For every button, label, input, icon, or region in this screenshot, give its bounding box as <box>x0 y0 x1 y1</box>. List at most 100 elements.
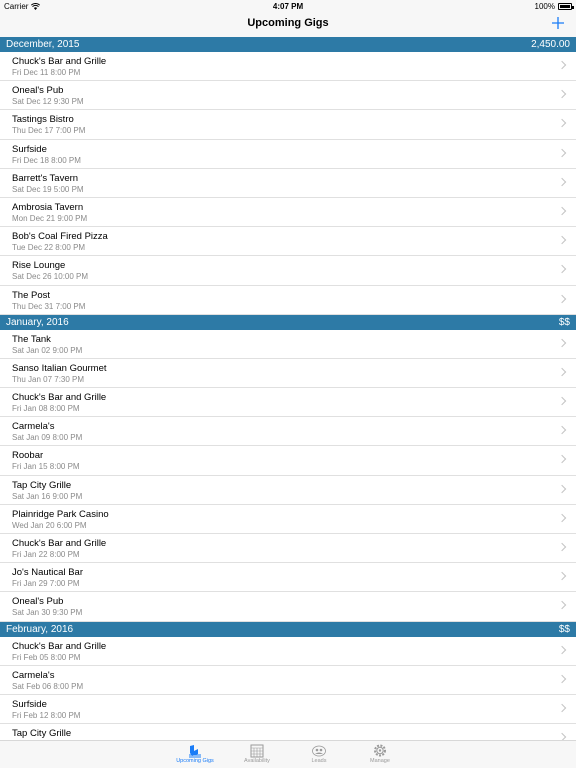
chevron-right-icon <box>557 367 567 377</box>
gig-row[interactable]: Bob's Coal Fired Pizza Tue Dec 22 8:00 PM <box>0 227 576 257</box>
gig-venue: Jo's Nautical Bar <box>12 567 83 579</box>
gig-date: Thu Dec 31 7:00 PM <box>12 301 86 311</box>
chevron-right-icon <box>557 60 567 70</box>
chevron-right-icon <box>557 513 567 523</box>
gig-venue: Tastings Bistro <box>12 114 74 126</box>
gig-date: Fri Feb 12 8:00 PM <box>12 710 81 720</box>
gig-date: Wed Jan 20 6:00 PM <box>12 520 87 530</box>
chevron-right-icon <box>557 645 567 654</box>
gig-venue: Carmela's <box>12 421 55 433</box>
add-gig-button[interactable] <box>548 13 568 33</box>
gig-venue: Rise Lounge <box>12 260 66 272</box>
gig-venue: Tap City Grille <box>12 728 72 740</box>
battery-icon <box>558 3 574 10</box>
section-month-label: February, 2016 <box>6 623 74 635</box>
gig-date: Fri Jan 29 7:00 PM <box>12 579 80 589</box>
gig-row[interactable]: Tastings Bistro Thu Dec 17 7:00 PM <box>0 110 576 140</box>
gig-row[interactable]: Chuck's Bar and Grille Fri Jan 08 8:00 PM <box>0 388 576 418</box>
section-header: February, 2016 $$ <box>0 621 576 637</box>
gig-row[interactable]: Surfside Fri Feb 12 8:00 PM <box>0 695 576 725</box>
gig-date: Sat Dec 12 9:30 PM <box>12 97 84 107</box>
gig-row[interactable]: Carmela's Sat Feb 06 8:00 PM <box>0 666 576 695</box>
gig-venue: Ambrosia Tavern <box>12 201 84 213</box>
gig-row[interactable]: Chuck's Bar and Grille Fri Dec 11 8:00 PM <box>0 52 576 82</box>
tab-leads[interactable]: Leads <box>289 743 349 764</box>
gig-row[interactable]: Barrett's Tavern Sat Dec 19 5:00 PM <box>0 169 576 198</box>
gig-row[interactable]: Tap City Grille <box>0 724 576 740</box>
section-total: $$ <box>558 316 570 328</box>
gig-row[interactable]: Chuck's Bar and Grille Fri Jan 22 8:00 PM <box>0 534 576 564</box>
gig-row[interactable]: Carmela's Sat Jan 09 8:00 PM <box>0 417 576 447</box>
chevron-right-icon <box>557 542 567 552</box>
gig-row[interactable]: Oneal's Pub Sat Jan 30 9:30 PM <box>0 592 576 622</box>
section-month-label: January, 2016 <box>6 316 69 328</box>
tab-label: Manage <box>370 758 390 764</box>
tab-label: Availability <box>244 758 270 764</box>
section-month-label: December, 2015 <box>6 39 80 50</box>
gig-date: Sat Jan 02 9:00 PM <box>12 345 83 355</box>
gig-venue: Bob's Coal Fired Pizza <box>12 231 108 243</box>
gig-venue: Plainridge Park Casino <box>12 508 109 520</box>
status-time: 4:07 PM <box>272 2 304 11</box>
tab-manage[interactable]: Manage <box>350 743 410 764</box>
tab-availability[interactable]: Availability <box>227 743 287 764</box>
gig-venue: Oneal's Pub <box>12 85 64 97</box>
gig-row[interactable]: The Tank Sat Jan 02 9:00 PM <box>0 330 576 359</box>
gig-row[interactable]: Sanso Italian Gourmet Thu Jan 07 7:30 PM <box>0 359 576 389</box>
gig-date: Fri Jan 08 8:00 PM <box>12 404 80 414</box>
gig-date: Sat Jan 30 9:30 PM <box>12 608 83 618</box>
gig-row[interactable]: Plainridge Park Casino Wed Jan 20 6:00 PM <box>0 505 576 534</box>
gig-date: Sat Jan 16 9:00 PM <box>12 491 83 501</box>
gig-date: Fri Jan 22 8:00 PM <box>12 550 80 559</box>
chevron-right-icon <box>557 148 567 157</box>
crowd-icon <box>312 745 326 757</box>
gig-row[interactable]: Tap City Grille Sat Jan 16 9:00 PM <box>0 476 576 505</box>
gig-date: Sat Jan 09 8:00 PM <box>12 433 83 443</box>
battery-percent: 100% <box>534 2 555 11</box>
chevron-right-icon <box>557 235 567 245</box>
battery-info: 100% <box>534 2 574 11</box>
chevron-right-icon <box>557 426 567 435</box>
gig-venue: Surfside <box>12 143 47 155</box>
gig-row[interactable]: Surfside Fri Dec 18 8:00 PM <box>0 140 576 169</box>
chevron-right-icon <box>557 89 567 99</box>
chevron-right-icon <box>557 177 567 186</box>
chevron-right-icon <box>557 206 567 216</box>
gig-venue: Surfside <box>12 698 47 710</box>
gig-venue: Chuck's Bar and Grille <box>12 640 107 652</box>
gig-venue: Tap City Grille <box>12 479 72 491</box>
chevron-right-icon <box>557 571 567 581</box>
gig-date: Fri Feb 05 8:00 PM <box>12 652 81 662</box>
chevron-right-icon <box>557 455 567 464</box>
gig-venue: Roobar <box>12 450 44 462</box>
gig-date: Sat Feb 06 8:00 PM <box>12 681 84 691</box>
gig-date: Thu Dec 17 7:00 PM <box>12 126 86 136</box>
tab-upcoming-gigs[interactable]: Upcoming Gigs <box>165 743 225 764</box>
section-total: 2,450.00 <box>531 39 570 50</box>
gig-row[interactable]: Chuck's Bar and Grille Fri Feb 05 8:00 PM <box>0 637 576 666</box>
chevron-right-icon <box>557 703 567 713</box>
chevron-right-icon <box>557 338 567 347</box>
page-title: Upcoming Gigs <box>247 17 329 29</box>
gig-row[interactable]: Jo's Nautical Bar Fri Jan 29 7:00 PM <box>0 563 576 593</box>
gig-venue: The Tank <box>12 333 51 345</box>
plus-icon <box>552 17 564 29</box>
gig-row[interactable]: Roobar Fri Jan 15 8:00 PM <box>0 446 576 476</box>
gear-icon <box>374 744 386 757</box>
chevron-right-icon <box>557 601 567 610</box>
tab-label: Upcoming Gigs <box>176 758 214 764</box>
chevron-right-icon <box>557 732 567 740</box>
gig-row[interactable]: Rise Lounge Sat Dec 26 10:00 PM <box>0 256 576 286</box>
gig-date: Mon Dec 21 9:00 PM <box>12 213 88 223</box>
chevron-right-icon <box>557 484 567 493</box>
navigation-bar: Upcoming Gigs <box>0 12 576 37</box>
gig-venue: Chuck's Bar and Grille <box>12 538 107 549</box>
gig-row[interactable]: The Post Thu Dec 31 7:00 PM <box>0 286 576 315</box>
gig-row[interactable]: Oneal's Pub Sat Dec 12 9:30 PM <box>0 81 576 111</box>
chevron-right-icon <box>557 265 567 274</box>
gig-venue: Sanso Italian Gourmet <box>12 362 107 374</box>
gig-date: Fri Dec 11 8:00 PM <box>12 68 81 77</box>
gig-list[interactable]: December, 2015 2,450.00 Chuck's Bar and Gr… <box>0 37 576 740</box>
gig-venue: Chuck's Bar and Grille <box>12 56 107 67</box>
gig-row[interactable]: Ambrosia Tavern Mon Dec 21 9:00 PM <box>0 198 576 228</box>
